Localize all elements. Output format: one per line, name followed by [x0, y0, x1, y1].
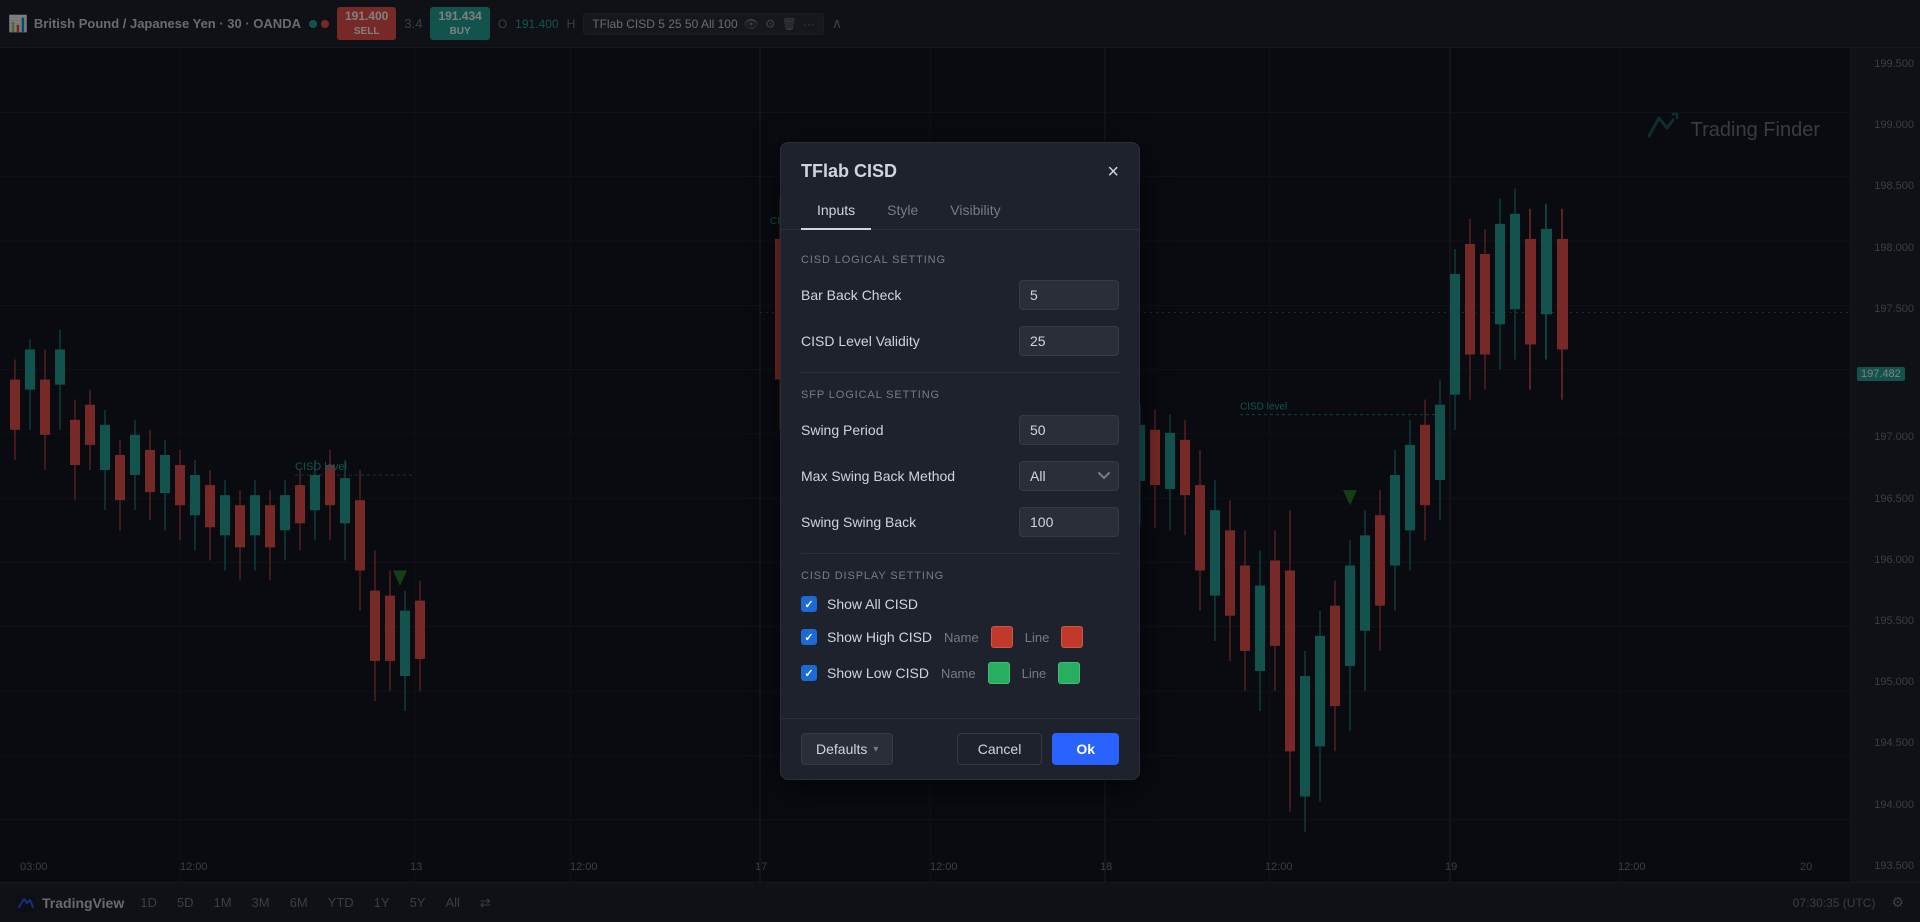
swing-period-row: Swing Period — [801, 415, 1119, 445]
high-name-label: Name — [944, 630, 979, 645]
modal-body: CISD LOGICAL SETTING Bar Back Check CISD… — [781, 230, 1139, 718]
swing-period-input[interactable] — [1019, 415, 1119, 445]
defaults-button[interactable]: Defaults ▾ — [801, 733, 893, 765]
cisd-display-section-label: CISD DISPLAY SETTING — [801, 570, 1119, 582]
low-line-color[interactable] — [1058, 662, 1080, 684]
swing-period-label: Swing Period — [801, 422, 884, 438]
high-line-color[interactable] — [1061, 626, 1083, 648]
footer-right: Cancel Ok — [957, 733, 1119, 765]
swing-swing-back-label: Swing Swing Back — [801, 514, 916, 530]
show-high-cisd-row: Show High CISD Name Line — [801, 626, 1119, 648]
high-name-color[interactable] — [991, 626, 1013, 648]
defaults-label: Defaults — [816, 741, 867, 757]
bar-back-check-label: Bar Back Check — [801, 287, 901, 303]
modal-footer: Defaults ▾ Cancel Ok — [781, 718, 1139, 779]
swing-swing-back-input[interactable] — [1019, 507, 1119, 537]
show-high-cisd-checkbox[interactable] — [801, 629, 817, 645]
tab-visibility[interactable]: Visibility — [934, 194, 1016, 230]
tab-style[interactable]: Style — [871, 194, 934, 230]
cancel-button[interactable]: Cancel — [957, 733, 1043, 765]
max-swing-back-row: Max Swing Back Method All High Low — [801, 461, 1119, 491]
show-low-cisd-label: Show Low CISD — [827, 665, 929, 681]
modal-header: TFlab CISD × — [781, 143, 1139, 182]
ok-button[interactable]: Ok — [1052, 733, 1119, 765]
show-high-cisd-label: Show High CISD — [827, 629, 932, 645]
low-name-color[interactable] — [988, 662, 1010, 684]
bar-back-check-input[interactable] — [1019, 280, 1119, 310]
show-all-cisd-label: Show All CISD — [827, 596, 918, 612]
show-low-cisd-checkbox[interactable] — [801, 665, 817, 681]
modal-close-button[interactable]: × — [1107, 162, 1119, 182]
swing-swing-back-row: Swing Swing Back — [801, 507, 1119, 537]
cisd-section-label: CISD LOGICAL SETTING — [801, 254, 1119, 266]
modal-dialog: TFlab CISD × Inputs Style Visibility CIS… — [780, 142, 1140, 780]
low-name-label: Name — [941, 666, 976, 681]
cisd-level-validity-row: CISD Level Validity — [801, 326, 1119, 356]
chevron-down-icon: ▾ — [873, 744, 878, 755]
modal-title: TFlab CISD — [801, 161, 897, 182]
max-swing-back-select[interactable]: All High Low — [1019, 461, 1119, 491]
tab-inputs[interactable]: Inputs — [801, 194, 871, 230]
cisd-level-validity-input[interactable] — [1019, 326, 1119, 356]
max-swing-back-label: Max Swing Back Method — [801, 468, 955, 484]
divider-1 — [801, 372, 1119, 373]
sfp-section-label: SFP LOGICAL SETTING — [801, 389, 1119, 401]
show-low-cisd-row: Show Low CISD Name Line — [801, 662, 1119, 684]
modal-tabs: Inputs Style Visibility — [781, 182, 1139, 230]
cisd-level-validity-label: CISD Level Validity — [801, 333, 920, 349]
divider-2 — [801, 553, 1119, 554]
show-all-cisd-checkbox[interactable] — [801, 596, 817, 612]
high-line-label: Line — [1025, 630, 1050, 645]
show-all-cisd-row: Show All CISD — [801, 596, 1119, 612]
low-line-label: Line — [1022, 666, 1047, 681]
modal-overlay[interactable]: TFlab CISD × Inputs Style Visibility CIS… — [0, 0, 1920, 922]
bar-back-check-row: Bar Back Check — [801, 280, 1119, 310]
